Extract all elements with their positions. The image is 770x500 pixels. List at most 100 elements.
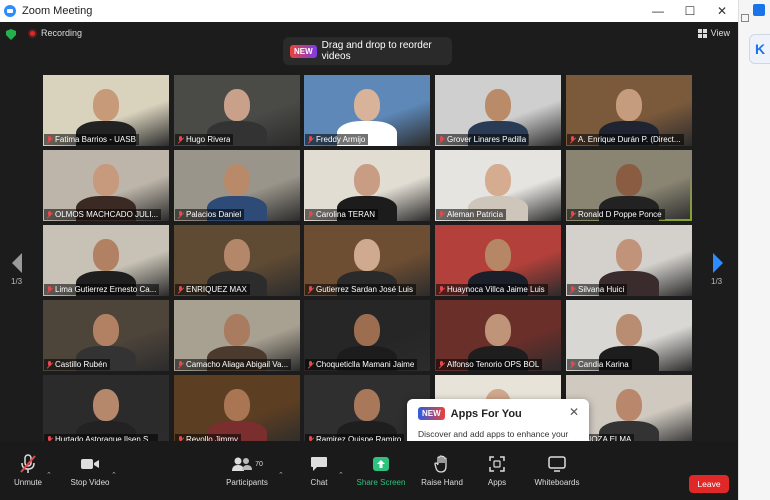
participant-tile[interactable]: Palacios Daniel xyxy=(174,150,300,221)
muted-mic-icon xyxy=(46,135,53,144)
window-title: Zoom Meeting xyxy=(22,5,93,17)
participant-name: Alfonso Tenorio OPS BOL xyxy=(447,360,540,369)
participant-tile[interactable]: Gutierrez Sardan José Luis xyxy=(304,225,430,296)
apps-popover-title: Apps For You xyxy=(450,407,522,420)
participant-head xyxy=(93,89,119,121)
participant-nameplate: Choqueticlla Mamani Jaime xyxy=(305,359,418,370)
apps-button[interactable]: Apps xyxy=(482,447,512,497)
participants-count: 70 xyxy=(255,460,263,468)
participant-tile[interactable]: Lima Gutierrez Ernesto Ca... xyxy=(43,225,169,296)
chat-caret-icon[interactable]: ⌃ xyxy=(338,471,344,479)
participant-tile[interactable]: Freddy Armijo xyxy=(304,75,430,146)
participant-nameplate: Grover Linares Padilla xyxy=(436,134,530,145)
muted-mic-icon xyxy=(569,285,576,294)
participant-name: Palacios Daniel xyxy=(186,210,242,219)
app-icon xyxy=(753,4,765,16)
view-button[interactable]: View xyxy=(697,28,730,38)
participant-head xyxy=(224,389,250,421)
zoom-app: Zoom Meeting — ☐ ✕ K Recording View NEW … xyxy=(0,0,770,500)
share-screen-label: Share Screen xyxy=(356,478,406,487)
participant-name: Candia Karina xyxy=(578,360,629,369)
audio-options-caret-icon[interactable]: ⌃ xyxy=(46,471,52,479)
participant-tile[interactable]: Fatima Barrios - UASB xyxy=(43,75,169,146)
new-badge: NEW xyxy=(418,407,445,420)
security-shield-icon[interactable] xyxy=(6,29,16,40)
apps-icon xyxy=(486,453,508,475)
participant-name: ENRIQUEZ MAX xyxy=(186,285,247,294)
share-screen-icon xyxy=(370,453,392,475)
participant-nameplate: Fatima Barrios - UASB xyxy=(44,134,139,145)
participant-tile[interactable]: Revollo Jimmy xyxy=(174,375,300,446)
chat-label: Chat xyxy=(310,478,328,487)
video-options-caret-icon[interactable]: ⌃ xyxy=(111,471,117,479)
participant-tile[interactable]: Grover Linares Padilla xyxy=(435,75,561,146)
unmute-label: Unmute xyxy=(13,478,42,487)
participant-tile[interactable]: Aleman Patricia xyxy=(435,150,561,221)
participant-head xyxy=(354,389,380,421)
participant-tile[interactable]: Choqueticlla Mamani Jaime xyxy=(304,300,430,371)
maximize-button[interactable]: ☐ xyxy=(674,0,706,22)
participant-tile[interactable]: A. Enrique Durán P. (Direct... xyxy=(566,75,692,146)
participant-head xyxy=(224,314,250,346)
participants-caret-icon[interactable]: ⌃ xyxy=(278,471,284,479)
participant-tile[interactable]: Alfonso Tenorio OPS BOL xyxy=(435,300,561,371)
previous-page-arrow-icon[interactable] xyxy=(10,252,24,274)
recording-label: Recording xyxy=(41,28,83,38)
stop-video-button[interactable]: Stop Video xyxy=(66,447,114,497)
new-badge: NEW xyxy=(290,44,317,58)
participant-head xyxy=(616,314,642,346)
participant-tile[interactable]: Candia Karina xyxy=(566,300,692,371)
participant-tile[interactable]: Carolina TERAN xyxy=(304,150,430,221)
participant-name: Castillo Rubén xyxy=(55,360,108,369)
muted-mic-icon xyxy=(177,210,184,219)
participant-nameplate: Carolina TERAN xyxy=(305,209,378,220)
participant-tile[interactable]: Camacho Aliaga Abigail Va... xyxy=(174,300,300,371)
close-popover-button[interactable]: ✕ xyxy=(569,405,579,419)
leave-button[interactable]: Leave xyxy=(689,475,729,493)
participant-head xyxy=(354,314,380,346)
participant-name: Freddy Armijo xyxy=(316,135,366,144)
muted-mic-icon xyxy=(177,360,184,369)
muted-mic-icon xyxy=(569,210,576,219)
recording-dot-icon xyxy=(28,28,37,38)
participants-label: Participants xyxy=(226,478,268,487)
close-window-button[interactable]: ✕ xyxy=(706,0,738,22)
participant-nameplate: Gutierrez Sardan José Luis xyxy=(305,284,416,295)
participants-button[interactable]: 70 Participants xyxy=(222,447,272,497)
raise-hand-button[interactable]: Raise Hand xyxy=(419,447,465,497)
muted-mic-icon xyxy=(569,360,576,369)
zoom-logo-icon xyxy=(4,5,16,17)
share-screen-button[interactable]: Share Screen xyxy=(355,447,407,497)
participant-name: Choqueticlla Mamani Jaime xyxy=(316,360,415,369)
participant-tile[interactable]: OLMOS MACHCADO JULI... xyxy=(43,150,169,221)
participant-tile[interactable]: Ronald D Poppe Ponce xyxy=(566,150,692,221)
participant-tile[interactable]: ENRIQUEZ MAX xyxy=(174,225,300,296)
apps-label: Apps xyxy=(487,478,507,487)
meeting-toolbar: Unmute ⌃ Stop Video ⌃ 70 Participants ⌃ … xyxy=(0,441,738,500)
participant-head xyxy=(485,164,511,196)
chat-button[interactable]: Chat xyxy=(302,447,336,497)
minimize-button[interactable]: — xyxy=(642,0,674,22)
participant-tile[interactable]: Hugo Rivera xyxy=(174,75,300,146)
participant-nameplate: Aleman Patricia xyxy=(436,209,507,220)
participant-head xyxy=(354,164,380,196)
background-card: K xyxy=(749,34,770,64)
participant-head xyxy=(616,239,642,271)
whiteboards-button[interactable]: Whiteboards xyxy=(532,447,582,497)
participant-tile[interactable]: Castillo Rubén xyxy=(43,300,169,371)
participant-head xyxy=(485,239,511,271)
muted-mic-icon xyxy=(46,360,53,369)
participant-head xyxy=(485,89,511,121)
recording-indicator[interactable]: Recording xyxy=(28,28,82,38)
participant-tile[interactable]: Hurtado Astoraque Ilsen S... xyxy=(43,375,169,446)
next-page-arrow-icon[interactable] xyxy=(711,252,725,274)
meeting-area: Recording View NEW Drag and drop to reor… xyxy=(0,22,738,500)
participant-head xyxy=(616,389,642,421)
participant-tile[interactable]: Silvana Huici xyxy=(566,225,692,296)
participant-nameplate: Hugo Rivera xyxy=(175,134,234,145)
participant-name: Gutierrez Sardan José Luis xyxy=(316,285,413,294)
muted-mic-icon xyxy=(177,135,184,144)
participant-head xyxy=(93,164,119,196)
participant-tile[interactable]: Huaynoca Villca Jaime Luis xyxy=(435,225,561,296)
unmute-button[interactable]: Unmute xyxy=(10,447,46,497)
